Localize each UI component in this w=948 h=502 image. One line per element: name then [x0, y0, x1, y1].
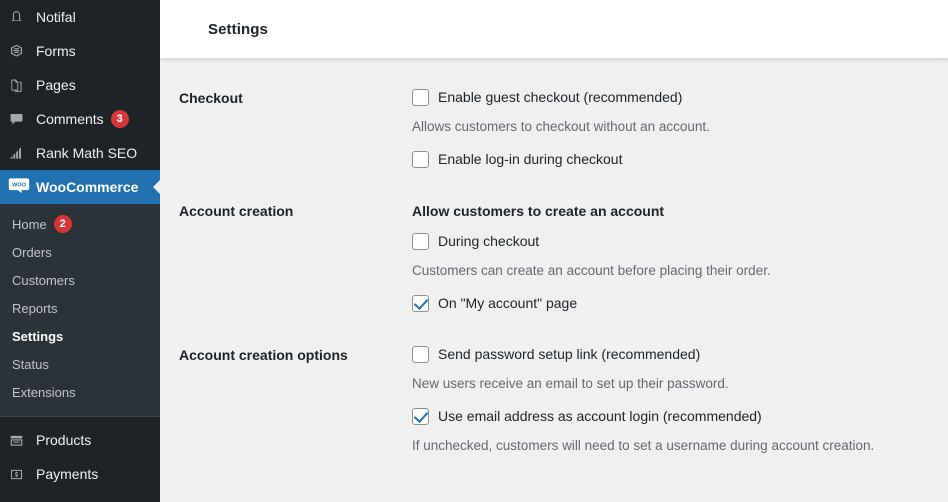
- svg-text:WOO: WOO: [12, 183, 27, 189]
- submenu-item-home[interactable]: Home 2: [0, 210, 160, 238]
- woocommerce-submenu: Home 2 Orders Customers Reports Settings…: [0, 204, 160, 416]
- help-text-password-setup: New users receive an email to set up the…: [412, 376, 729, 391]
- submenu-item-label: Status: [12, 356, 49, 372]
- submenu-item-label: Customers: [12, 272, 75, 288]
- sidebar-item-comments[interactable]: Comments 3: [0, 102, 160, 136]
- sidebar-item-woocommerce[interactable]: WOO WooCommerce: [0, 170, 160, 204]
- submenu-item-extensions[interactable]: Extensions: [0, 378, 160, 406]
- sidebar-top-menu: Notifal Forms Pages Comments 3 Rank Math…: [0, 0, 160, 170]
- sidebar-item-forms[interactable]: Forms: [0, 34, 160, 68]
- sidebar-item-label: WooCommerce: [36, 179, 139, 195]
- checkbox-enable-login-during-checkout[interactable]: [412, 151, 429, 168]
- checkbox-during-checkout[interactable]: [412, 233, 429, 250]
- page-header: Settings: [160, 0, 948, 58]
- checkbox-enable-guest-checkout[interactable]: [412, 89, 429, 106]
- submenu-item-label: Extensions: [12, 384, 76, 400]
- sidebar-item-label: Products: [36, 432, 92, 448]
- section-label: Checkout: [179, 90, 243, 106]
- checkbox-label[interactable]: On "My account" page: [438, 294, 577, 313]
- submenu-item-label: Home: [12, 216, 47, 232]
- admin-sidebar: Notifal Forms Pages Comments 3 Rank Math…: [0, 0, 160, 502]
- comments-badge: 3: [110, 110, 129, 128]
- section-fields: Send password setup link (recommended) N…: [412, 329, 948, 469]
- page-title: Settings: [208, 20, 268, 38]
- help-text-during-checkout: Customers can create an account before p…: [412, 263, 771, 278]
- settings-section-checkout: Checkout Enable guest checkout (recommen…: [160, 72, 948, 173]
- products-icon: [8, 432, 36, 449]
- sidebar-item-label: Payments: [36, 466, 99, 482]
- bell-icon: [8, 9, 36, 26]
- submenu-item-status[interactable]: Status: [0, 350, 160, 378]
- checkbox-label[interactable]: Enable guest checkout (recommended): [438, 88, 682, 107]
- sidebar-item-label: Rank Math SEO: [36, 145, 138, 161]
- pages-icon: [8, 77, 36, 94]
- chart-bars-icon: [8, 145, 36, 162]
- sidebar-item-rank-math-seo[interactable]: Rank Math SEO: [0, 136, 160, 170]
- field-send-password-setup-link[interactable]: Send password setup link (recommended): [412, 345, 948, 364]
- sidebar-item-label: Comments: [36, 111, 104, 127]
- settings-form: Checkout Enable guest checkout (recommen…: [160, 58, 948, 469]
- sidebar-bottom-menu: Products Payments: [0, 417, 160, 491]
- submenu-item-reports[interactable]: Reports: [0, 294, 160, 322]
- checkbox-label[interactable]: Use email address as account login (reco…: [438, 407, 762, 426]
- field-enable-login-during-checkout[interactable]: Enable log-in during checkout: [412, 150, 948, 169]
- submenu-item-label: Orders: [12, 244, 52, 260]
- payments-icon: [8, 466, 36, 483]
- checkbox-send-password-setup-link[interactable]: [412, 346, 429, 363]
- submenu-item-settings[interactable]: Settings: [0, 322, 160, 350]
- section-label: Account creation: [179, 203, 294, 219]
- checkbox-on-my-account-page[interactable]: [412, 295, 429, 312]
- checkbox-label[interactable]: Send password setup link (recommended): [438, 345, 700, 364]
- comments-icon: [8, 111, 36, 128]
- checkbox-label[interactable]: Enable log-in during checkout: [438, 150, 622, 169]
- submenu-item-label: Settings: [12, 328, 64, 344]
- checkbox-label[interactable]: During checkout: [438, 232, 539, 251]
- sidebar-item-notifal[interactable]: Notifal: [0, 0, 160, 34]
- field-on-my-account-page[interactable]: On "My account" page: [412, 294, 948, 313]
- field-enable-guest-checkout[interactable]: Enable guest checkout (recommended): [412, 88, 948, 107]
- group-heading-allow-create-account: Allow customers to create an account: [412, 203, 665, 219]
- section-label: Account creation options: [179, 347, 348, 363]
- sidebar-item-products[interactable]: Products: [0, 423, 160, 457]
- submenu-item-customers[interactable]: Customers: [0, 266, 160, 294]
- submenu-item-orders[interactable]: Orders: [0, 238, 160, 266]
- sidebar-item-payments[interactable]: Payments: [0, 457, 160, 491]
- field-during-checkout[interactable]: During checkout: [412, 232, 948, 251]
- section-fields: Allow customers to create an account Dur…: [412, 185, 948, 317]
- woocommerce-icon: WOO: [8, 177, 36, 197]
- woocommerce-settings-screen: Notifal Forms Pages Comments 3 Rank Math…: [0, 0, 948, 502]
- field-use-email-as-login[interactable]: Use email address as account login (reco…: [412, 407, 948, 426]
- home-badge: 2: [53, 215, 72, 233]
- settings-section-account-creation: Account creation Allow customers to crea…: [160, 185, 948, 317]
- help-text-use-email-as-login: If unchecked, customers will need to set…: [412, 438, 875, 453]
- help-text-guest-checkout: Allows customers to checkout without an …: [412, 119, 710, 134]
- forms-icon: [8, 43, 36, 60]
- sidebar-item-label: Pages: [36, 77, 76, 93]
- sidebar-item-pages[interactable]: Pages: [0, 68, 160, 102]
- sidebar-item-label: Forms: [36, 43, 76, 59]
- current-menu-arrow: [153, 179, 160, 195]
- sidebar-item-label: Notifal: [36, 9, 76, 25]
- checkbox-use-email-as-login[interactable]: [412, 408, 429, 425]
- main-content: Settings Checkout Enable guest checkout …: [160, 0, 948, 502]
- submenu-item-label: Reports: [12, 300, 58, 316]
- section-fields: Enable guest checkout (recommended) Allo…: [412, 72, 948, 173]
- settings-section-account-creation-options: Account creation options Send password s…: [160, 329, 948, 469]
